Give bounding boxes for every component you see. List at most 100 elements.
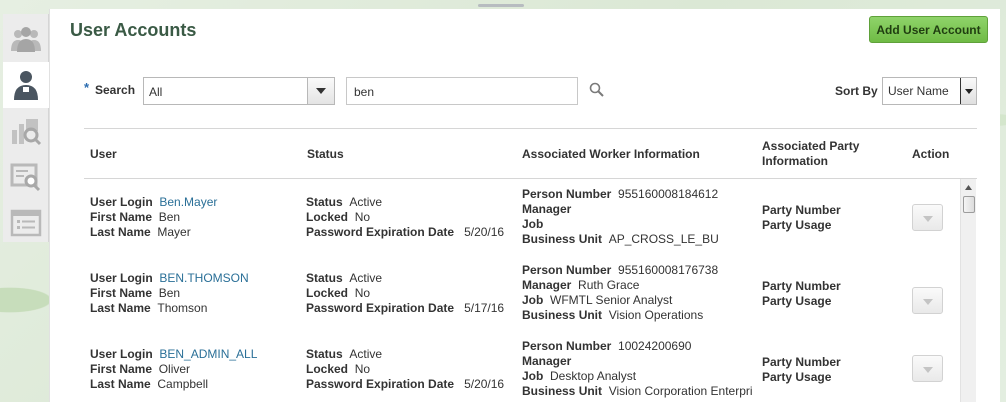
- person-number-label: Person Number: [522, 263, 612, 277]
- status-cell: Status Active Locked No Password Expirat…: [306, 195, 504, 240]
- job-label: Job: [522, 217, 544, 231]
- table-row[interactable]: User Login Ben.Mayer First Name Ben Last…: [84, 187, 959, 263]
- business-unit-label: Business Unit: [522, 308, 603, 322]
- person-number-label: Person Number: [522, 187, 612, 201]
- first-name-label: First Name: [90, 286, 153, 300]
- user-cell: User Login Ben.Mayer First Name Ben Last…: [90, 195, 217, 240]
- row-action-menu-button[interactable]: [912, 204, 943, 231]
- password-expiration-value: 5/20/16: [464, 225, 505, 239]
- rail-item-lists[interactable]: [3, 200, 49, 246]
- locked-value: No: [354, 286, 371, 300]
- party-number-label: Party Number: [762, 279, 841, 293]
- chevron-down-icon[interactable]: [307, 78, 334, 104]
- first-name-value: Ben: [158, 286, 181, 300]
- business-unit-label: Business Unit: [522, 384, 603, 398]
- column-header-worker-information[interactable]: Associated Worker Information: [522, 147, 700, 162]
- scroll-up-arrow-icon[interactable]: [961, 181, 976, 193]
- business-unit-value: Vision Operations: [608, 308, 704, 322]
- party-usage-label: Party Usage: [762, 218, 832, 232]
- add-user-account-button[interactable]: Add User Account: [869, 16, 988, 43]
- manager-label: Manager: [522, 278, 572, 292]
- job-label: Job: [522, 369, 544, 383]
- status-value: Active: [349, 347, 383, 361]
- search-scope-select[interactable]: All: [143, 77, 335, 105]
- chevron-down-icon[interactable]: [960, 78, 976, 104]
- column-header-status[interactable]: Status: [307, 147, 344, 162]
- first-name-value: Ben: [158, 210, 181, 224]
- search-icon[interactable]: [589, 82, 605, 101]
- table-top-divider: [84, 128, 977, 129]
- first-name-label: First Name: [90, 210, 153, 224]
- rail-item-users[interactable]: [3, 16, 49, 62]
- column-header-party-line1: Associated Party: [762, 139, 860, 153]
- locked-label: Locked: [306, 210, 349, 224]
- rail-item-certificates[interactable]: [3, 154, 49, 200]
- worker-cell: Person Number 955160008176738 Manager Ru…: [522, 263, 718, 323]
- status-label: Status: [306, 195, 343, 209]
- column-header-action[interactable]: Action: [912, 147, 949, 162]
- party-cell: Party Number Party Usage: [762, 355, 841, 385]
- locked-label: Locked: [306, 286, 349, 300]
- rail-item-search-reports[interactable]: [3, 108, 49, 154]
- status-label: Status: [306, 271, 343, 285]
- last-name-label: Last Name: [90, 301, 151, 315]
- chevron-down-icon: [922, 294, 933, 308]
- person-number-value: 955160008176738: [618, 263, 719, 277]
- business-unit-value: AP_CROSS_LE_BU: [608, 232, 719, 246]
- status-cell: Status Active Locked No Password Expirat…: [306, 271, 504, 316]
- job-value: Desktop Analyst: [550, 369, 637, 383]
- worker-cell: Person Number 10024200690 Manager Job De…: [522, 339, 753, 399]
- search-input[interactable]: ben: [346, 77, 578, 105]
- status-value: Active: [349, 271, 383, 285]
- party-usage-label: Party Usage: [762, 370, 832, 384]
- rail-item-user-accounts[interactable]: [3, 62, 49, 108]
- user-login-link[interactable]: BEN_ADMIN_ALL: [159, 347, 257, 361]
- business-unit-value: Vision Corporation Enterpri: [608, 384, 753, 398]
- sort-by-value: User Name: [888, 84, 949, 98]
- sort-by-label: Sort By: [835, 84, 878, 98]
- last-name-label: Last Name: [90, 377, 151, 391]
- user-login-label: User Login: [90, 347, 153, 361]
- last-name-value: Mayer: [157, 225, 191, 239]
- party-number-label: Party Number: [762, 355, 841, 369]
- row-action-menu-button[interactable]: [912, 287, 943, 314]
- header-divider: [84, 178, 977, 179]
- column-header-user[interactable]: User: [90, 147, 117, 162]
- last-name-label: Last Name: [90, 225, 151, 239]
- left-navigation-rail: [3, 14, 49, 242]
- column-header-party-information[interactable]: Associated Party Information: [762, 139, 859, 169]
- password-expiration-label: Password Expiration Date: [306, 377, 455, 391]
- worker-cell: Person Number 955160008184612 Manager Jo…: [522, 187, 719, 247]
- last-name-value: Thomson: [157, 301, 208, 315]
- status-label: Status: [306, 347, 343, 361]
- manager-label: Manager: [522, 354, 572, 368]
- user-login-link[interactable]: Ben.Mayer: [159, 195, 217, 209]
- user-cell: User Login BEN_ADMIN_ALL First Name Oliv…: [90, 347, 257, 392]
- sort-by-select[interactable]: User Name: [882, 77, 977, 105]
- chevron-down-icon: [922, 211, 933, 225]
- search-input-value: ben: [354, 85, 375, 99]
- user-login-link[interactable]: BEN.THOMSON: [159, 271, 248, 285]
- row-action-menu-button[interactable]: [912, 355, 943, 382]
- table-scrollbar[interactable]: [960, 179, 976, 402]
- search-scope-value: All: [149, 85, 163, 99]
- manager-value: Ruth Grace: [578, 278, 640, 292]
- party-cell: Party Number Party Usage: [762, 279, 841, 309]
- party-number-label: Party Number: [762, 203, 841, 217]
- last-name-value: Campbell: [157, 377, 209, 391]
- users-group-icon: [10, 25, 42, 53]
- password-expiration-value: 5/20/16: [464, 377, 505, 391]
- search-report-icon: [10, 116, 42, 146]
- table-row[interactable]: User Login BEN.THOMSON First Name Ben La…: [84, 263, 959, 339]
- first-name-value: Oliver: [158, 362, 191, 376]
- status-cell: Status Active Locked No Password Expirat…: [306, 347, 504, 392]
- certificate-search-icon: [10, 162, 42, 192]
- list-report-icon: [10, 209, 42, 237]
- locked-value: No: [354, 362, 371, 376]
- scrollbar-thumb[interactable]: [963, 196, 975, 213]
- table-row[interactable]: User Login BEN_ADMIN_ALL First Name Oliv…: [84, 339, 959, 402]
- panel-drag-handle[interactable]: [478, 4, 524, 7]
- person-number-value: 955160008184612: [618, 187, 719, 201]
- user-cell: User Login BEN.THOMSON First Name Ben La…: [90, 271, 249, 316]
- user-login-label: User Login: [90, 195, 153, 209]
